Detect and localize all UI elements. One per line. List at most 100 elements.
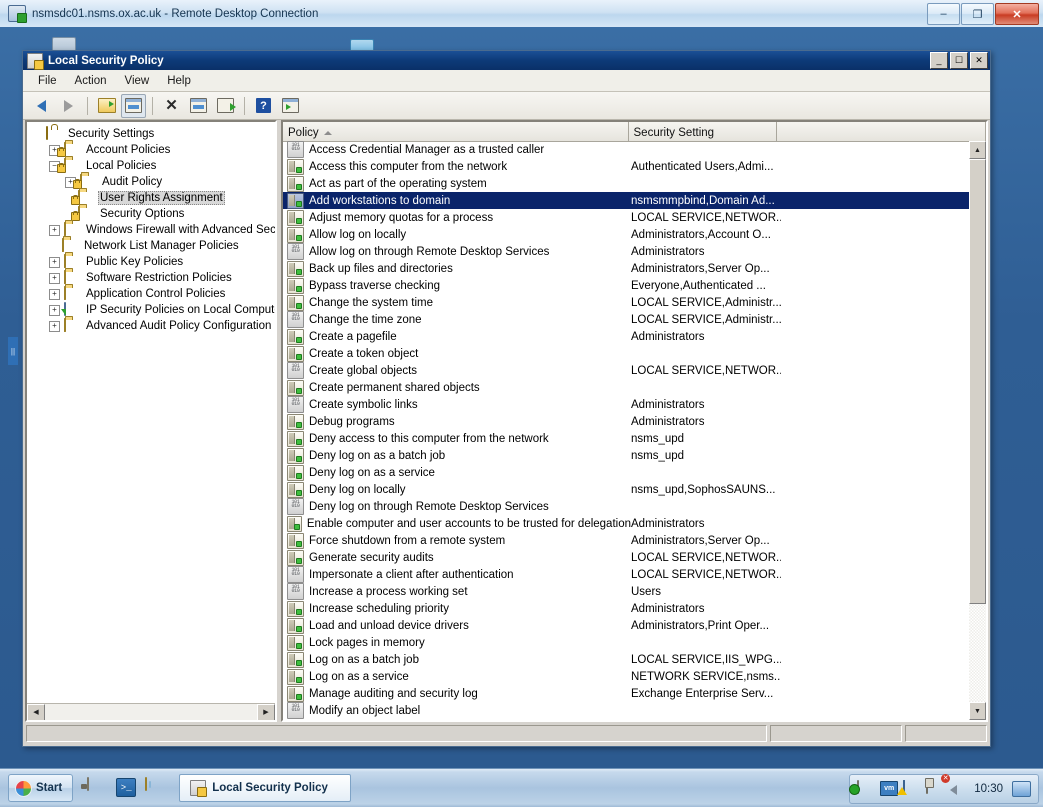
policy-row[interactable]: Create permanent shared objects <box>283 379 969 396</box>
action-center-icon[interactable] <box>903 780 919 797</box>
policy-name-cell: Deny access to this computer from the ne… <box>283 430 631 447</box>
policy-list[interactable]: 101 010 Access Credential Manager as a tru… <box>283 141 969 720</box>
help-button[interactable]: ? <box>251 94 276 118</box>
policy-row[interactable]: Enable computer and user accounts to be … <box>283 515 969 532</box>
show-action-pane-button[interactable] <box>278 94 303 118</box>
connection-bar-pin[interactable]: || <box>8 337 18 365</box>
tree-scroll-left-button[interactable]: ◀ <box>27 703 45 720</box>
security-setting-cell: Administrators,Account O... <box>631 228 771 241</box>
policy-row[interactable]: Adjust memory quotas for a process LOCAL … <box>283 209 969 226</box>
windows-explorer-icon[interactable] <box>145 777 165 798</box>
policy-row[interactable]: 101 010 Impersonate a client after authent… <box>283 566 969 583</box>
start-button[interactable]: Start <box>8 774 74 802</box>
policy-row[interactable]: Increase scheduling priority Administrato… <box>283 600 969 617</box>
column-header-blank[interactable] <box>777 122 986 141</box>
back-button[interactable] <box>29 94 54 118</box>
clock[interactable]: 10:30 <box>974 783 1003 795</box>
policy-row[interactable]: 101 010 Allow log on through Remote Deskto… <box>283 243 969 260</box>
column-header-policy[interactable]: Policy <box>283 122 629 141</box>
expand-toggle-icon[interactable]: + <box>49 288 60 300</box>
policy-row[interactable]: Log on as a service NETWORK SERVICE,nsms.… <box>283 668 969 685</box>
menu-view[interactable]: View <box>116 72 159 90</box>
policy-row[interactable]: Create a token object <box>283 345 969 362</box>
expand-toggle-icon[interactable]: + <box>49 256 60 268</box>
policy-row[interactable]: Deny log on locally nsms_upd,SophosSAUNS.… <box>283 481 969 498</box>
list-scroll-up-button[interactable]: ▲ <box>969 141 986 159</box>
tree-node-label: Windows Firewall with Advanced Security <box>86 224 275 236</box>
policy-row[interactable]: Debug programs Administrators <box>283 413 969 430</box>
policy-row[interactable]: Back up files and directories Administrat… <box>283 260 969 277</box>
mmc-maximize-button[interactable]: ☐ <box>950 52 968 69</box>
policy-list-pane[interactable]: Policy Security Setting 101 010 Access Cred… <box>281 120 988 722</box>
policy-row[interactable]: Log on as a batch job LOCAL SERVICE,IIS_W… <box>283 651 969 668</box>
list-vertical-scrollbar[interactable]: ▲ ▼ <box>969 141 986 720</box>
tree-node-advanced-audit-policy-configuration[interactable]: + Advanced Audit Policy Configuration <box>33 317 275 334</box>
up-one-level-button[interactable] <box>94 94 119 118</box>
policy-name-cell: Change the system time <box>283 294 631 311</box>
policy-row[interactable]: Allow log on locally Administrators,Accou… <box>283 226 969 243</box>
policy-row[interactable]: Load and unload device drivers Administra… <box>283 617 969 634</box>
expand-toggle-icon[interactable]: + <box>49 304 60 316</box>
volume-muted-icon[interactable] <box>949 781 965 797</box>
tree-scroll-right-button[interactable]: ▶ <box>257 703 275 720</box>
safely-remove-hardware-icon[interactable] <box>926 780 942 797</box>
rdp-restore-button[interactable]: ❐ <box>961 3 994 25</box>
policy-row[interactable]: Add workstations to domain nsmsmmpbind,Do… <box>283 192 969 209</box>
properties-button[interactable] <box>186 94 211 118</box>
list-scroll-down-button[interactable]: ▼ <box>969 702 986 720</box>
policy-row[interactable]: Access this computer from the network Aut… <box>283 158 969 175</box>
policy-name-label: Increase a process working set <box>309 585 468 598</box>
mmc-minimize-button[interactable]: _ <box>930 52 948 69</box>
taskbar-task-local-security-policy[interactable]: Local Security Policy <box>179 774 352 802</box>
policy-row[interactable]: 101 010 Increase a process working set User… <box>283 583 969 600</box>
expand-toggle-icon[interactable]: + <box>49 224 60 236</box>
tree-node-local-policies[interactable]: − Local Policies <box>33 157 275 174</box>
expand-toggle-icon[interactable]: + <box>49 320 60 332</box>
server-manager-icon[interactable] <box>87 777 107 798</box>
tree-node-user-rights-assignment[interactable]: User Rights Assignment <box>33 189 275 206</box>
policy-row[interactable]: Act as part of the operating system <box>283 175 969 192</box>
list-header[interactable]: Policy Security Setting <box>283 122 986 142</box>
policy-row[interactable]: Force shutdown from a remote system Admin… <box>283 532 969 549</box>
policy-row[interactable]: Change the system time LOCAL SERVICE,Admi… <box>283 294 969 311</box>
policy-row[interactable]: 101 010 Create global objects LOCAL SERVICE… <box>283 362 969 379</box>
mmc-close-button[interactable]: ✕ <box>970 52 988 69</box>
security-setting-cell: Administrators <box>631 602 705 615</box>
policy-row[interactable]: Create a pagefile Administrators <box>283 328 969 345</box>
forward-button[interactable] <box>56 94 81 118</box>
policy-row[interactable]: 101 010 Change the time zone LOCAL SERVICE,… <box>283 311 969 328</box>
export-list-button[interactable] <box>213 94 238 118</box>
menu-file[interactable]: File <box>29 72 66 90</box>
policy-row[interactable]: 101 010 Deny log on through Remote Desktop… <box>283 498 969 515</box>
network-icon[interactable] <box>857 780 873 797</box>
delete-button[interactable]: ✕ <box>159 94 184 118</box>
policy-row[interactable]: Deny log on as a batch job nsms_upd <box>283 447 969 464</box>
policy-row[interactable]: 101 010 Modify an object label <box>283 702 969 719</box>
list-scroll-track[interactable] <box>969 159 986 702</box>
menu-help[interactable]: Help <box>158 72 200 90</box>
policy-row[interactable]: Deny log on as a service <box>283 464 969 481</box>
policy-row[interactable]: Lock pages in memory <box>283 634 969 651</box>
policy-row[interactable]: Manage auditing and security log Exchange… <box>283 685 969 702</box>
column-header-security-setting[interactable]: Security Setting <box>629 122 778 141</box>
tree-node-application-control-policies[interactable]: + Application Control Policies <box>33 285 275 302</box>
powershell-icon[interactable]: >_ <box>116 778 137 798</box>
policy-row[interactable]: Bypass traverse checking Everyone,Authent… <box>283 277 969 294</box>
show-desktop-icon[interactable] <box>1012 781 1031 797</box>
console-tree-pane[interactable]: Security Settings + Account Policies − Local… <box>25 120 277 722</box>
vmware-tools-icon[interactable]: vm <box>880 781 899 797</box>
list-scroll-thumb[interactable] <box>969 159 986 605</box>
policy-row[interactable]: Generate security audits LOCAL SERVICE,NE… <box>283 549 969 566</box>
rdp-minimize-button[interactable]: – <box>927 3 960 25</box>
policy-name-label: Deny log on as a batch job <box>309 449 446 462</box>
rdp-close-button[interactable]: ✕ <box>995 3 1039 25</box>
policy-row[interactable]: Deny access to this computer from the ne… <box>283 430 969 447</box>
show-hide-tree-button[interactable] <box>121 93 146 118</box>
policy-row[interactable]: 101 010 Create symbolic links Administrator… <box>283 396 969 413</box>
console-tree[interactable]: Security Settings + Account Policies − Local… <box>27 122 275 703</box>
tree-horizontal-scrollbar[interactable]: ◀ ▶ <box>27 703 275 720</box>
tree-node-audit-policy[interactable]: + Audit Policy <box>33 173 275 190</box>
menu-action[interactable]: Action <box>66 72 116 90</box>
expand-toggle-icon[interactable]: + <box>49 272 60 284</box>
policy-row[interactable]: 101 010 Access Credential Manager as a tru… <box>283 141 969 158</box>
